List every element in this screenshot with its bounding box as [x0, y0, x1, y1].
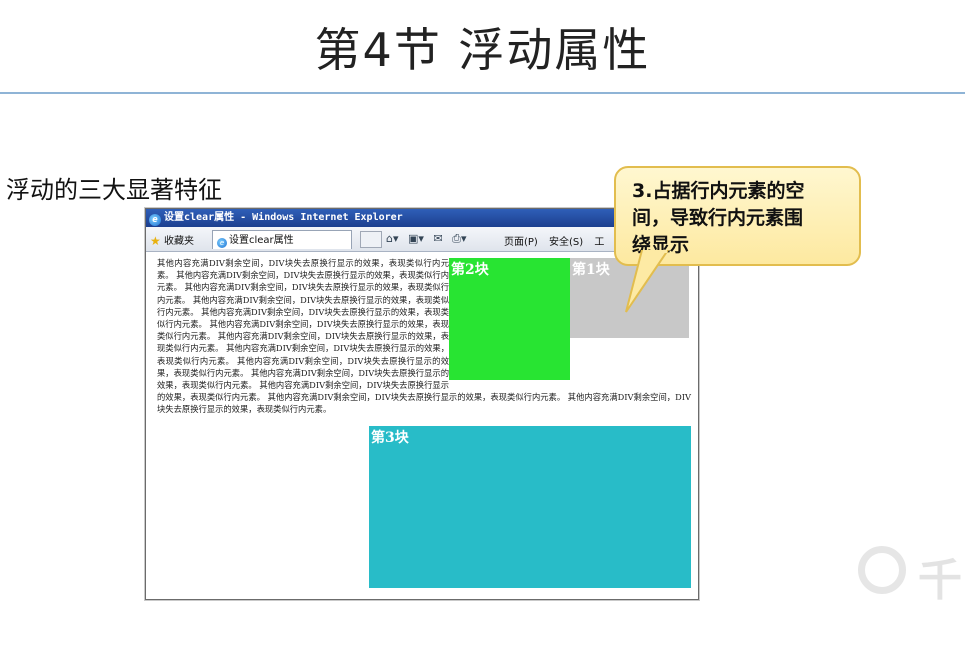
watermark-q-icon [858, 546, 906, 594]
menu-page[interactable]: 页面(P) [504, 237, 538, 248]
tab-label: 设置clear属性 [229, 235, 294, 246]
browser-window: e 设置clear属性 - Windows Internet Explorer ★… [145, 208, 699, 600]
watermark-text: 千 [918, 555, 962, 606]
menu-safety[interactable]: 安全(S) [549, 237, 583, 248]
menu-tools[interactable]: 工 [594, 237, 604, 248]
feeds-icon[interactable]: ▣▾ [408, 232, 424, 245]
ie-logo-icon: e [149, 214, 161, 226]
title-divider [0, 92, 965, 94]
star-icon: ★ [150, 234, 161, 248]
favorites-label: 收藏夹 [163, 236, 194, 247]
callout-line-1: 3.占据行内元素的空 [632, 180, 805, 202]
float-block-3: 第3块 [369, 426, 691, 588]
page-content: 第2块 第1块 第3块 其他内容充满DIV剩余空间，DIV块失去原换行显示的效果… [149, 253, 693, 596]
favorites-button[interactable]: ★ 收藏夹 [150, 232, 194, 248]
toolbar-menu: 页面(P) 安全(S) 工 [504, 233, 612, 248]
window-title: 设置clear属性 - Windows Internet Explorer [164, 212, 403, 223]
wrapping-text: 其他内容充满DIV剩余空间，DIV块失去原换行显示的效果，表现类似行内元素。 其… [157, 257, 691, 423]
home-icon[interactable]: ⌂▾ [386, 232, 399, 245]
watermark-logo: 千 [858, 546, 965, 606]
mail-icon[interactable]: ✉ [433, 232, 442, 245]
browser-tab[interactable]: e 设置clear属性 [212, 230, 352, 249]
new-tab-button[interactable] [360, 231, 382, 248]
print-icon[interactable]: ⎙▾ [452, 232, 466, 245]
slide-title: 第4节 浮动属性 [314, 23, 651, 77]
block-3-label: 第3块 [371, 430, 409, 446]
toolbar-icons: ⌂▾ ▣▾ ✉ ⎙▾ [386, 232, 472, 246]
tab-ie-icon: e [217, 238, 227, 248]
callout-pointer [625, 250, 670, 313]
callout-line-2: 间，导致行内元素围 [632, 207, 804, 229]
slide-subtitle: 浮动的三大显著特征 [6, 176, 222, 204]
